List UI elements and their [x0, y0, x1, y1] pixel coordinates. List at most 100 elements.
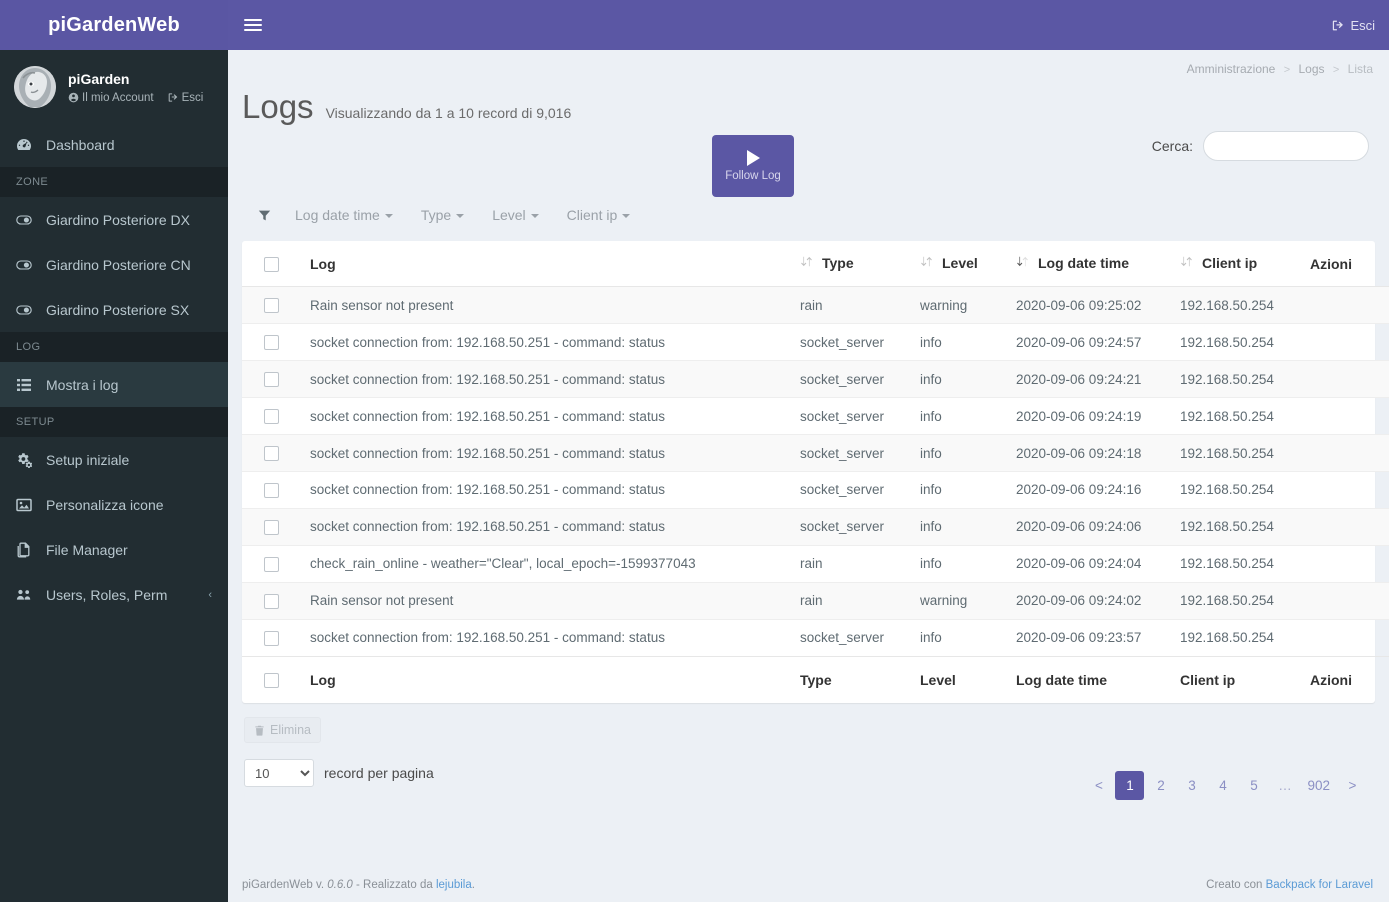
row-checkbox[interactable]	[264, 519, 279, 535]
select-all-checkbox[interactable]	[264, 257, 279, 273]
sidebar-item-giardino-dx[interactable]: Giardino Posteriore DX	[0, 197, 228, 242]
sidebar-item-label: Users, Roles, Perm	[46, 586, 168, 603]
sidebar-section-zone: ZONE	[0, 167, 228, 197]
sidebar-item-mostra-i-log[interactable]: Mostra i log	[0, 362, 228, 407]
pagination-page-1[interactable]: 1	[1115, 771, 1145, 801]
row-checkbox[interactable]	[264, 593, 279, 609]
pagination-next[interactable]: >	[1338, 771, 1367, 800]
logout-icon	[168, 93, 177, 102]
per-page-select[interactable]: 102050100	[244, 759, 314, 788]
sort-icon[interactable]	[800, 255, 813, 271]
table-row[interactable]: socket connection from: 192.168.50.251 -…	[242, 470, 1389, 509]
footer-author-link[interactable]: lejubila	[436, 879, 472, 891]
cell-client-ip: 192.168.50.254	[1174, 581, 1304, 620]
sidebar-toggle-icon[interactable]	[244, 16, 262, 34]
table-head: Log Type Level Log date time Client ip A…	[242, 241, 1389, 288]
logs-table-card: Log Type Level Log date time Client ip A…	[242, 241, 1389, 704]
footer-left: piGardenWeb v. 0.6.0 - Realizzato da lej…	[242, 879, 475, 891]
pagination-page-902[interactable]: 902	[1301, 771, 1336, 800]
breadcrumb-item-logs[interactable]: Logs	[1298, 62, 1324, 76]
pagination-page-2[interactable]: 2	[1146, 771, 1175, 800]
my-account-label: Il mio Account	[82, 91, 154, 104]
row-checkbox[interactable]	[264, 445, 279, 461]
cell-level: warning	[920, 297, 968, 313]
sort-icon-desc-active[interactable]	[1016, 255, 1029, 271]
column-header-azioni: Azioni	[1304, 241, 1389, 288]
app-brand[interactable]: piGardenWeb	[0, 0, 228, 50]
pagination-page-5[interactable]: 5	[1239, 771, 1268, 800]
search-input[interactable]	[1203, 131, 1369, 161]
pagination-page-4[interactable]: 4	[1208, 771, 1237, 800]
sort-icon[interactable]	[920, 255, 933, 271]
breadcrumb-separator: >	[1332, 64, 1340, 76]
sort-icon[interactable]	[1180, 255, 1193, 271]
table-row[interactable]: check_rain_online - weather="Clear", loc…	[242, 544, 1389, 583]
row-checkbox[interactable]	[264, 556, 279, 572]
breadcrumb-item-lista: Lista	[1347, 62, 1373, 76]
column-header-level[interactable]: Level	[914, 241, 1010, 288]
footer-period: .	[471, 879, 475, 891]
table-row[interactable]: socket connection from: 192.168.50.251 -…	[242, 507, 1389, 546]
cell-type: socket_server	[794, 360, 914, 398]
top-nav: Esci	[228, 0, 1389, 50]
sidebar-item-users-roles-perm[interactable]: Users, Roles, Perm ‹	[0, 572, 228, 617]
row-checkbox[interactable]	[264, 298, 279, 314]
row-checkbox[interactable]	[264, 630, 279, 646]
cell-type: socket_server	[794, 507, 914, 546]
page-subtitle: Visualizzando da 1 a 10 record di 9,016	[325, 105, 572, 121]
follow-log-button[interactable]: Follow Log	[712, 135, 794, 197]
logout-top-button[interactable]: Esci	[1332, 18, 1375, 33]
table-row[interactable]: socket connection from: 192.168.50.251 -…	[242, 360, 1389, 398]
pagination-page-3[interactable]: 3	[1177, 771, 1206, 800]
list-icon	[16, 377, 38, 393]
sidebar-logout-link[interactable]: Esci	[168, 92, 203, 104]
bottom-bar: Elimina 102050100 record per pagina <123…	[242, 703, 1375, 803]
breadcrumb-item-amministrazione[interactable]: Amministrazione	[1187, 62, 1276, 76]
trash-icon	[255, 725, 264, 736]
column-header-type[interactable]: Type	[794, 241, 914, 288]
row-checkbox[interactable]	[264, 482, 279, 498]
footer-backpack-link[interactable]: Backpack for Laravel	[1266, 879, 1373, 891]
sidebar-item-dashboard[interactable]: Dashboard	[0, 122, 228, 167]
pagination: <1 2 3 4 5 … 902 >	[1084, 771, 1367, 801]
cell-log: Rain sensor not present	[310, 297, 454, 313]
play-icon	[746, 150, 760, 166]
table-row[interactable]: Rain sensor not present rain warning 2020-0…	[242, 581, 1389, 620]
cell-client-ip: 192.168.50.254	[1174, 544, 1304, 583]
footer-label-type: Type	[794, 655, 914, 704]
footer-right: Creato con Backpack for Laravel	[1206, 879, 1373, 891]
row-checkbox[interactable]	[264, 372, 279, 388]
pagination-prev[interactable]: <	[1084, 771, 1113, 800]
cell-azioni	[1304, 581, 1389, 620]
footer-label-level: Level	[914, 655, 1010, 704]
sidebar-item-label: Giardino Posteriore SX	[46, 301, 190, 318]
sidebar-item-giardino-sx[interactable]: Giardino Posteriore SX	[0, 287, 228, 332]
row-checkbox[interactable]	[264, 409, 279, 425]
delete-button[interactable]: Elimina	[244, 717, 321, 744]
select-all-checkbox-footer[interactable]	[264, 673, 279, 689]
column-header-client-ip[interactable]: Client ip	[1174, 241, 1304, 288]
table-row[interactable]: Rain sensor not present rain warning 2020-0…	[242, 286, 1389, 324]
column-header-log-date-time[interactable]: Log date time	[1010, 241, 1174, 288]
sidebar-item-file-manager[interactable]: File Manager	[0, 527, 228, 572]
cell-type: rain	[800, 297, 823, 313]
table-row[interactable]: socket connection from: 192.168.50.251 -…	[242, 397, 1389, 435]
avatar[interactable]	[14, 66, 56, 108]
row-checkbox[interactable]	[264, 335, 279, 351]
column-header-log[interactable]: Log	[304, 241, 794, 288]
table-row[interactable]: socket connection from: 192.168.50.251 -…	[242, 434, 1389, 472]
footer-text-before: piGardenWeb v.	[242, 879, 325, 891]
sidebar-item-giardino-cn[interactable]: Giardino Posteriore CN	[0, 242, 228, 287]
column-label: Client ip	[1202, 255, 1258, 271]
dashboard-icon	[16, 137, 38, 153]
row-checkbox-cell	[242, 323, 304, 361]
toggle-icon	[16, 257, 38, 273]
table-row[interactable]: socket connection from: 192.168.50.251 -…	[242, 618, 1389, 657]
toggle-icon	[16, 302, 38, 318]
sidebar-item-setup-iniziale[interactable]: Setup iniziale	[0, 437, 228, 482]
sidebar: piGarden Il mio Account Esci Dashboard Z…	[0, 50, 228, 902]
cell-type: socket_server	[794, 470, 914, 509]
my-account-link[interactable]: Il mio Account	[68, 92, 154, 104]
sidebar-item-personalizza-icone[interactable]: Personalizza icone	[0, 482, 228, 527]
table-row[interactable]: socket connection from: 192.168.50.251 -…	[242, 323, 1389, 361]
